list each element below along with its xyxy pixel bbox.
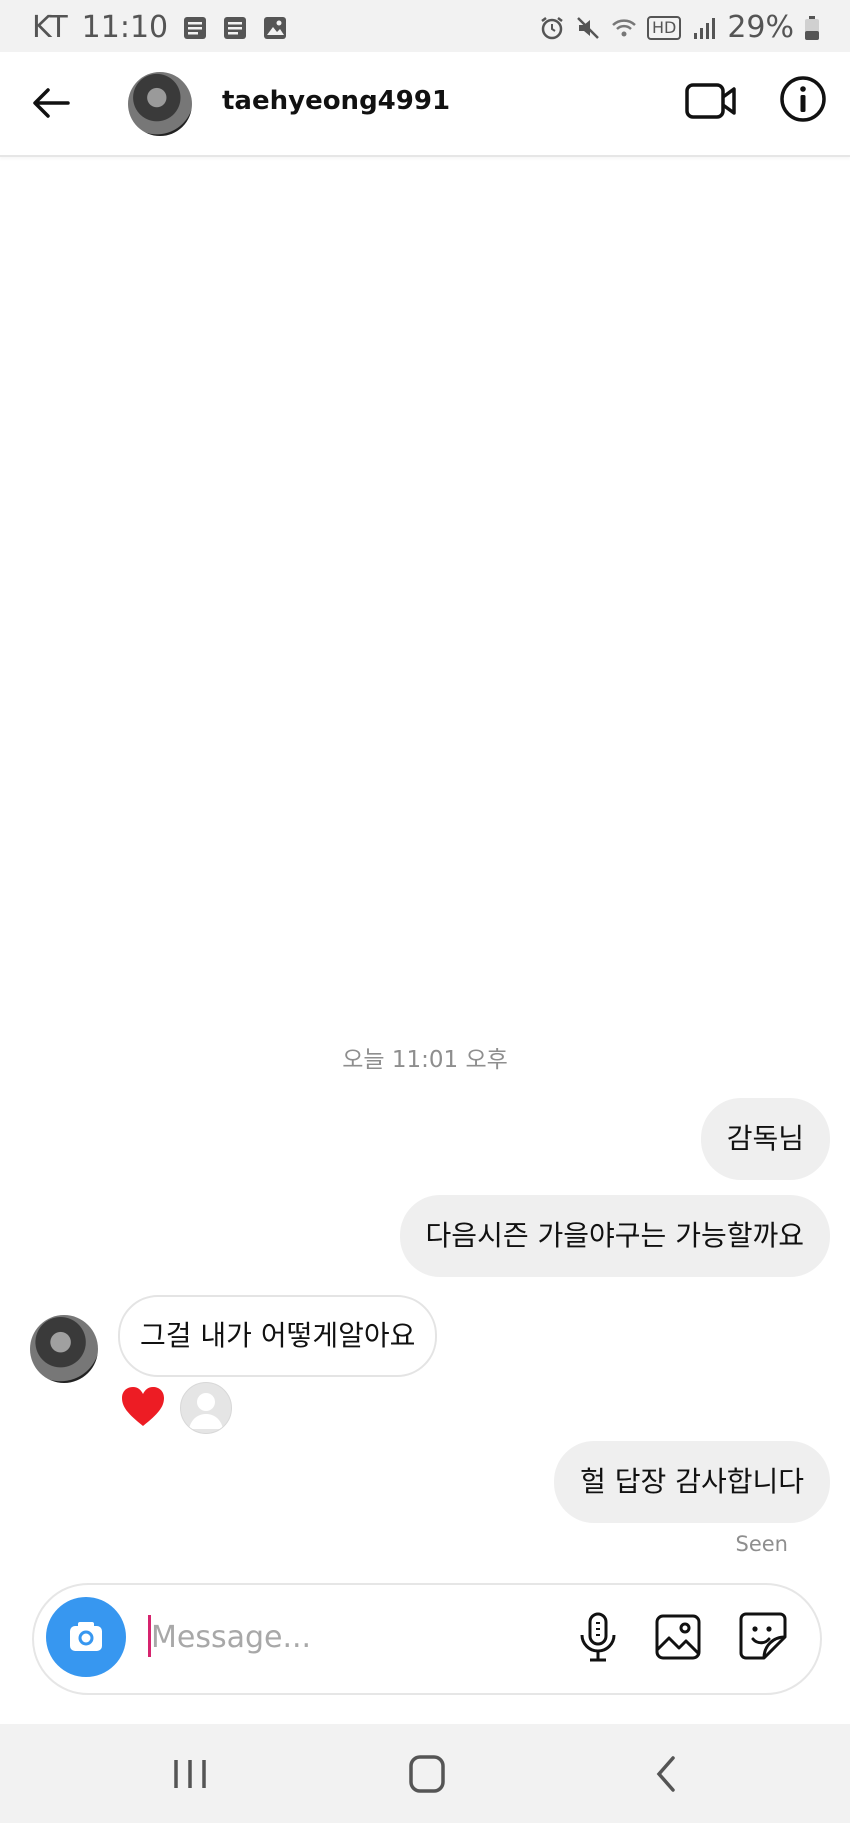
back-nav-icon[interactable] — [645, 1754, 689, 1794]
profile-avatar[interactable] — [128, 72, 192, 136]
status-right: HD 29% — [539, 10, 820, 45]
status-left: KT 11:10 — [32, 10, 288, 45]
message-composer — [32, 1583, 822, 1695]
wifi-icon — [612, 18, 636, 36]
video-camera-icon[interactable] — [684, 76, 738, 126]
battery-percent: 29% — [727, 10, 794, 45]
sender-avatar[interactable] — [30, 1315, 98, 1383]
sticker-icon[interactable] — [738, 1611, 788, 1661]
reactor-avatar[interactable] — [180, 1382, 232, 1434]
home-icon[interactable] — [405, 1754, 449, 1794]
clock: 11:10 — [81, 10, 169, 45]
heart-icon[interactable] — [120, 1386, 166, 1428]
message-input[interactable] — [149, 1611, 583, 1663]
notification-note-icon-2 — [224, 16, 247, 39]
username[interactable]: taehyeong4991 — [222, 86, 450, 116]
default-user-icon — [189, 1393, 223, 1429]
mute-icon — [577, 16, 599, 39]
alarm-icon — [541, 16, 563, 39]
chat-header: taehyeong4991 — [0, 52, 850, 157]
gallery-icon[interactable] — [654, 1613, 702, 1661]
battery-icon — [805, 15, 819, 40]
camera-icon — [70, 1622, 102, 1651]
recent-apps-icon[interactable] — [168, 1754, 212, 1794]
system-navigation-bar — [0, 1724, 850, 1823]
carrier-label: KT — [32, 10, 68, 45]
message-bubble-incoming[interactable]: 그걸 내가 어떻게알아요 — [118, 1295, 438, 1377]
microphone-icon[interactable] — [574, 1611, 622, 1663]
message-bubble-outgoing[interactable]: 감독님 — [700, 1098, 830, 1180]
notification-note-icon — [184, 16, 207, 39]
back-arrow-icon[interactable] — [28, 80, 74, 126]
notification-image-icon — [264, 16, 287, 39]
message-bubble-outgoing[interactable]: 다음시즌 가을야구는 가능할까요 — [399, 1195, 830, 1277]
status-bar: KT 11:10 HD 29% — [0, 0, 850, 52]
info-icon[interactable] — [778, 74, 828, 124]
message-bubble-outgoing[interactable]: 헐 답장 감사합니다 — [554, 1441, 830, 1523]
seen-label: Seen — [735, 1532, 788, 1556]
camera-button[interactable] — [46, 1597, 126, 1677]
chat-timestamp: 오늘 11:01 오후 — [342, 1047, 508, 1073]
hd-badge: HD — [646, 15, 682, 40]
signal-icon — [694, 17, 716, 39]
